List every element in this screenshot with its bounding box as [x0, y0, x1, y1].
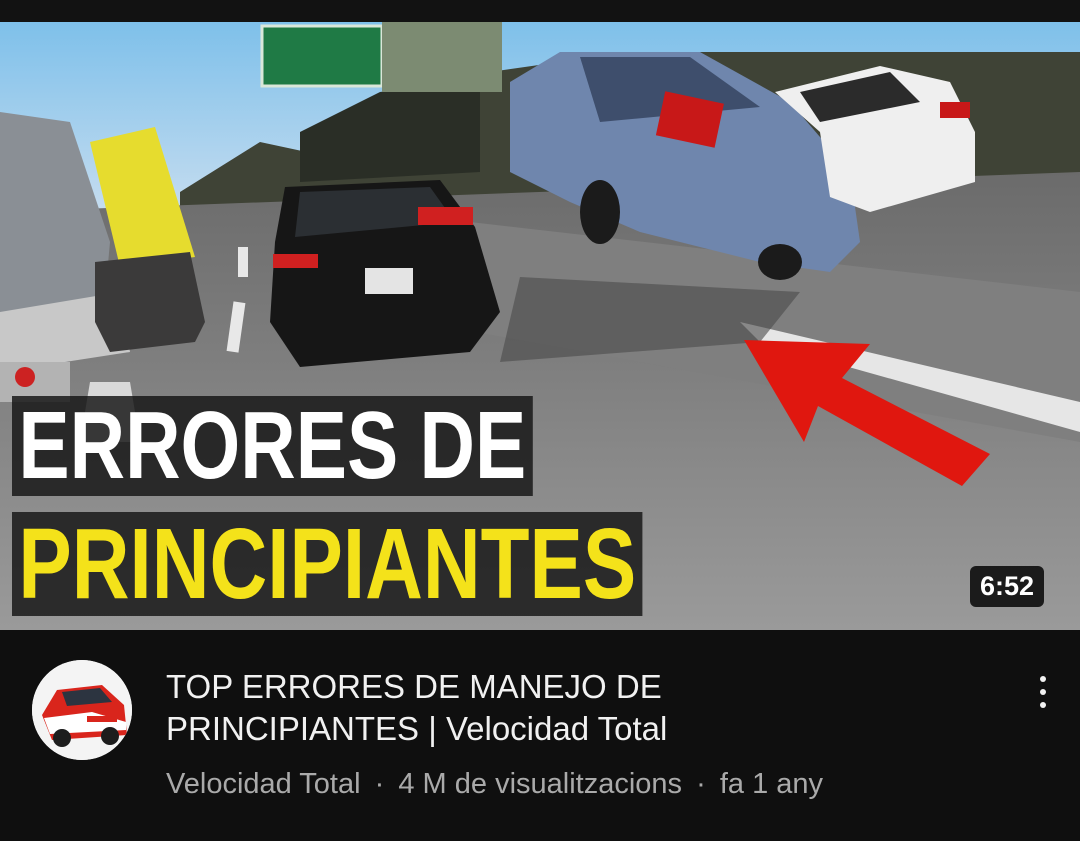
video-title-line1: TOP ERRORES DE MANEJO DE — [166, 668, 662, 705]
video-title[interactable]: TOP ERRORES DE MANEJO DE PRINCIPIANTES |… — [166, 666, 866, 750]
duration-badge: 6:52 — [970, 566, 1045, 607]
thumbnail-overlay-line2: PRINCIPIANTES — [12, 512, 643, 616]
thumbnail-overlay-line1: ERRORES DE — [12, 396, 533, 496]
rally-car-avatar-image — [32, 660, 132, 760]
upload-age: fa 1 any — [719, 768, 824, 800]
separator-dot: · — [374, 768, 385, 800]
separator-dot: · — [696, 768, 706, 800]
more-vert-icon[interactable] — [1020, 664, 1066, 720]
menu-dot — [1040, 689, 1046, 695]
video-title-line2: PRINCIPIANTES | Velocidad Total — [166, 710, 668, 747]
view-count: 4 M de visualitzacions — [398, 768, 683, 800]
status-bar — [0, 0, 1080, 22]
video-thumbnail[interactable]: ERRORES DE PRINCIPIANTES 6:52 — [0, 22, 1080, 630]
video-metadata: TOP ERRORES DE MANEJO DE PRINCIPIANTES |… — [0, 630, 1080, 841]
channel-avatar[interactable] — [32, 660, 132, 760]
channel-name[interactable]: Velocidad Total — [166, 768, 361, 800]
menu-dot — [1040, 676, 1046, 682]
menu-dot — [1040, 702, 1046, 708]
video-info: Velocidad Total · 4 M de visualitzacions… — [166, 766, 823, 802]
